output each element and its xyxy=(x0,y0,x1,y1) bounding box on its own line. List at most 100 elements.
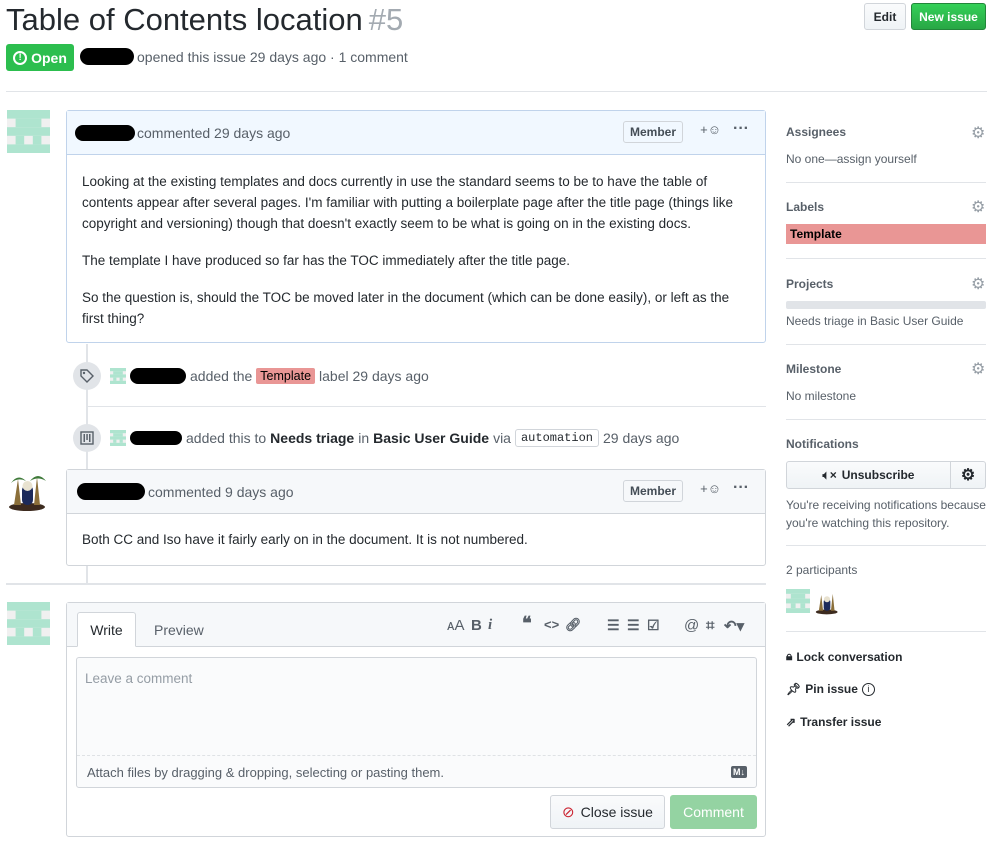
sidebar-divider xyxy=(786,419,986,420)
automation-chip: automation xyxy=(514,429,599,447)
issue-title: Table of Contents location #5 xyxy=(6,2,403,38)
transfer-issue-link[interactable]: ⇗ Transfer issue xyxy=(786,715,881,729)
close-issue-button[interactable]: ⊘ Close issue xyxy=(550,795,665,829)
quote-icon[interactable]: ❝ xyxy=(522,613,532,634)
participants-heading: 2 participants xyxy=(786,563,858,577)
redacted-actor[interactable] xyxy=(130,368,186,384)
comment-2-header: commented 9 days ago Member +☺ ··· xyxy=(67,470,765,514)
saved-replies-icon[interactable]: ⌗ xyxy=(706,617,714,634)
more-options-icon[interactable]: ··· xyxy=(733,479,749,497)
mention-icon[interactable]: @ xyxy=(684,617,699,634)
unsubscribe-label: Unsubscribe xyxy=(841,468,915,482)
event-text: added the xyxy=(190,368,253,384)
milestone-heading[interactable]: Milestone xyxy=(786,362,841,376)
transfer-icon: ⇗ xyxy=(786,715,797,729)
labels-heading[interactable]: Labels xyxy=(786,200,824,214)
comment-textarea[interactable]: Leave a comment Attach files by dragging… xyxy=(76,657,757,788)
italic-icon[interactable]: i xyxy=(488,617,492,634)
gear-icon[interactable]: ⚙ xyxy=(971,197,985,217)
issue-meta-text: opened this issue 29 days ago · 1 commen… xyxy=(137,48,408,65)
event-text: via xyxy=(493,430,511,446)
comment-paragraph: So the question is, should the TOC be mo… xyxy=(82,290,730,326)
comment-1: commented 29 days ago Member +☺ ··· Look… xyxy=(66,110,766,343)
comment-button[interactable]: Comment xyxy=(670,795,757,829)
bold-icon[interactable]: B xyxy=(471,617,482,634)
task-list-icon[interactable]: ☑ xyxy=(647,617,660,634)
pin-issue-link[interactable]: 📌︎ Pin issue i xyxy=(786,682,875,696)
projects-value[interactable]: Needs triage in Basic User Guide xyxy=(786,314,963,328)
sidebar-divider xyxy=(786,344,986,345)
issue-number: #5 xyxy=(368,2,404,37)
gear-icon[interactable]: ⚙ xyxy=(971,359,985,379)
redacted-actor[interactable] xyxy=(130,431,182,445)
actor-avatar-icon[interactable] xyxy=(110,430,126,446)
add-reaction-icon[interactable]: +☺ xyxy=(700,481,721,496)
transfer-label: Transfer issue xyxy=(800,715,882,729)
sidebar-label-template[interactable]: Template xyxy=(786,224,986,244)
bulleted-list-icon[interactable]: ☰ xyxy=(607,617,620,634)
gear-icon[interactable]: ⚙ xyxy=(971,123,985,143)
assignees-heading[interactable]: Assignees xyxy=(786,125,846,139)
numbered-list-icon[interactable]: ☰ xyxy=(627,617,640,634)
comment-1-meta: commented 29 days ago xyxy=(137,124,291,141)
template-label[interactable]: Template xyxy=(256,368,316,384)
sidebar-divider xyxy=(786,258,986,259)
project-event: added this to Needs triage in Basic User… xyxy=(110,429,679,447)
new-issue-button[interactable]: New issue xyxy=(911,3,986,30)
redacted-author[interactable] xyxy=(75,124,135,141)
link-icon[interactable]: 🔗︎ xyxy=(565,617,582,633)
notifications-reason: You're receiving notifications because y… xyxy=(786,498,986,530)
lock-conversation-link[interactable]: 🔒︎ Lock conversation xyxy=(786,649,902,664)
tab-preview[interactable]: Preview xyxy=(142,612,216,647)
notifications-heading: Notifications xyxy=(786,437,859,451)
reply-icon[interactable]: ↶▾ xyxy=(724,617,744,635)
redacted-author[interactable] xyxy=(77,483,145,500)
member-badge: Member xyxy=(622,480,683,502)
comment-placeholder: Leave a comment xyxy=(85,671,193,686)
event-time[interactable]: 29 days ago xyxy=(603,430,679,446)
issue-meta: opened this issue 29 days ago · 1 commen… xyxy=(80,48,408,65)
projects-heading[interactable]: Projects xyxy=(786,277,833,291)
edit-button[interactable]: Edit xyxy=(864,3,906,30)
actor-avatar-icon[interactable] xyxy=(110,368,126,384)
label-event: added the Template label 29 days ago xyxy=(110,368,429,384)
info-icon[interactable]: i xyxy=(861,682,875,696)
project-link[interactable]: Basic User Guide xyxy=(373,430,489,446)
close-issue-label: Close issue xyxy=(580,804,653,820)
assignees-value[interactable]: No one—assign yourself xyxy=(786,152,917,166)
participant-avatar-2[interactable] xyxy=(814,589,840,618)
tag-icon xyxy=(73,362,101,390)
mute-icon: 🔈︎× xyxy=(822,467,837,482)
participant-avatar-1[interactable] xyxy=(786,589,810,616)
event-text: in xyxy=(358,430,370,446)
add-reaction-icon[interactable]: +☺ xyxy=(700,122,721,137)
comment-2-meta: commented 9 days ago xyxy=(148,483,294,500)
comment-1-header: commented 29 days ago Member +☺ ··· xyxy=(67,111,765,155)
milestone-value: No milestone xyxy=(786,389,857,403)
sidebar-divider xyxy=(786,182,986,183)
issue-opened-icon: ! xyxy=(13,50,28,65)
issue-state-badge: ! Open xyxy=(6,44,74,71)
code-icon[interactable]: <> xyxy=(544,617,559,632)
member-badge: Member xyxy=(622,121,683,143)
sidebar-divider xyxy=(786,631,986,632)
avatar-identicon[interactable] xyxy=(7,110,50,153)
markdown-icon[interactable]: M↓ xyxy=(731,766,747,778)
comment-composer: Write Preview ᴀA B i ❝ <> 🔗︎ ☰ ☰ ☑ @ ⌗ ↶… xyxy=(66,602,766,837)
tab-write[interactable]: Write xyxy=(77,612,136,647)
composer-avatar[interactable] xyxy=(7,602,50,645)
attach-text: Attach files by dragging & dropping, sel… xyxy=(87,764,444,780)
text-size-icon[interactable]: ᴀA xyxy=(447,617,464,634)
unsubscribe-button[interactable]: 🔈︎× Unsubscribe xyxy=(786,461,951,489)
avatar-user-2[interactable] xyxy=(6,469,49,512)
redacted-author[interactable] xyxy=(80,48,134,65)
lock-label: Lock conversation xyxy=(796,649,903,664)
composer-tabs: Write Preview ᴀA B i ❝ <> 🔗︎ ☰ ☰ ☑ @ ⌗ ↶… xyxy=(67,603,765,647)
attach-bar[interactable]: Attach files by dragging & dropping, sel… xyxy=(77,755,756,788)
more-options-icon[interactable]: ··· xyxy=(733,120,749,138)
lock-icon: 🔒︎ xyxy=(786,649,793,663)
notification-settings-gear-icon[interactable]: ⚙ xyxy=(950,461,986,489)
comment-paragraph: Both CC and Iso have it fairly early on … xyxy=(82,532,528,547)
gear-icon[interactable]: ⚙ xyxy=(971,274,985,294)
pin-label: Pin issue xyxy=(805,682,858,696)
